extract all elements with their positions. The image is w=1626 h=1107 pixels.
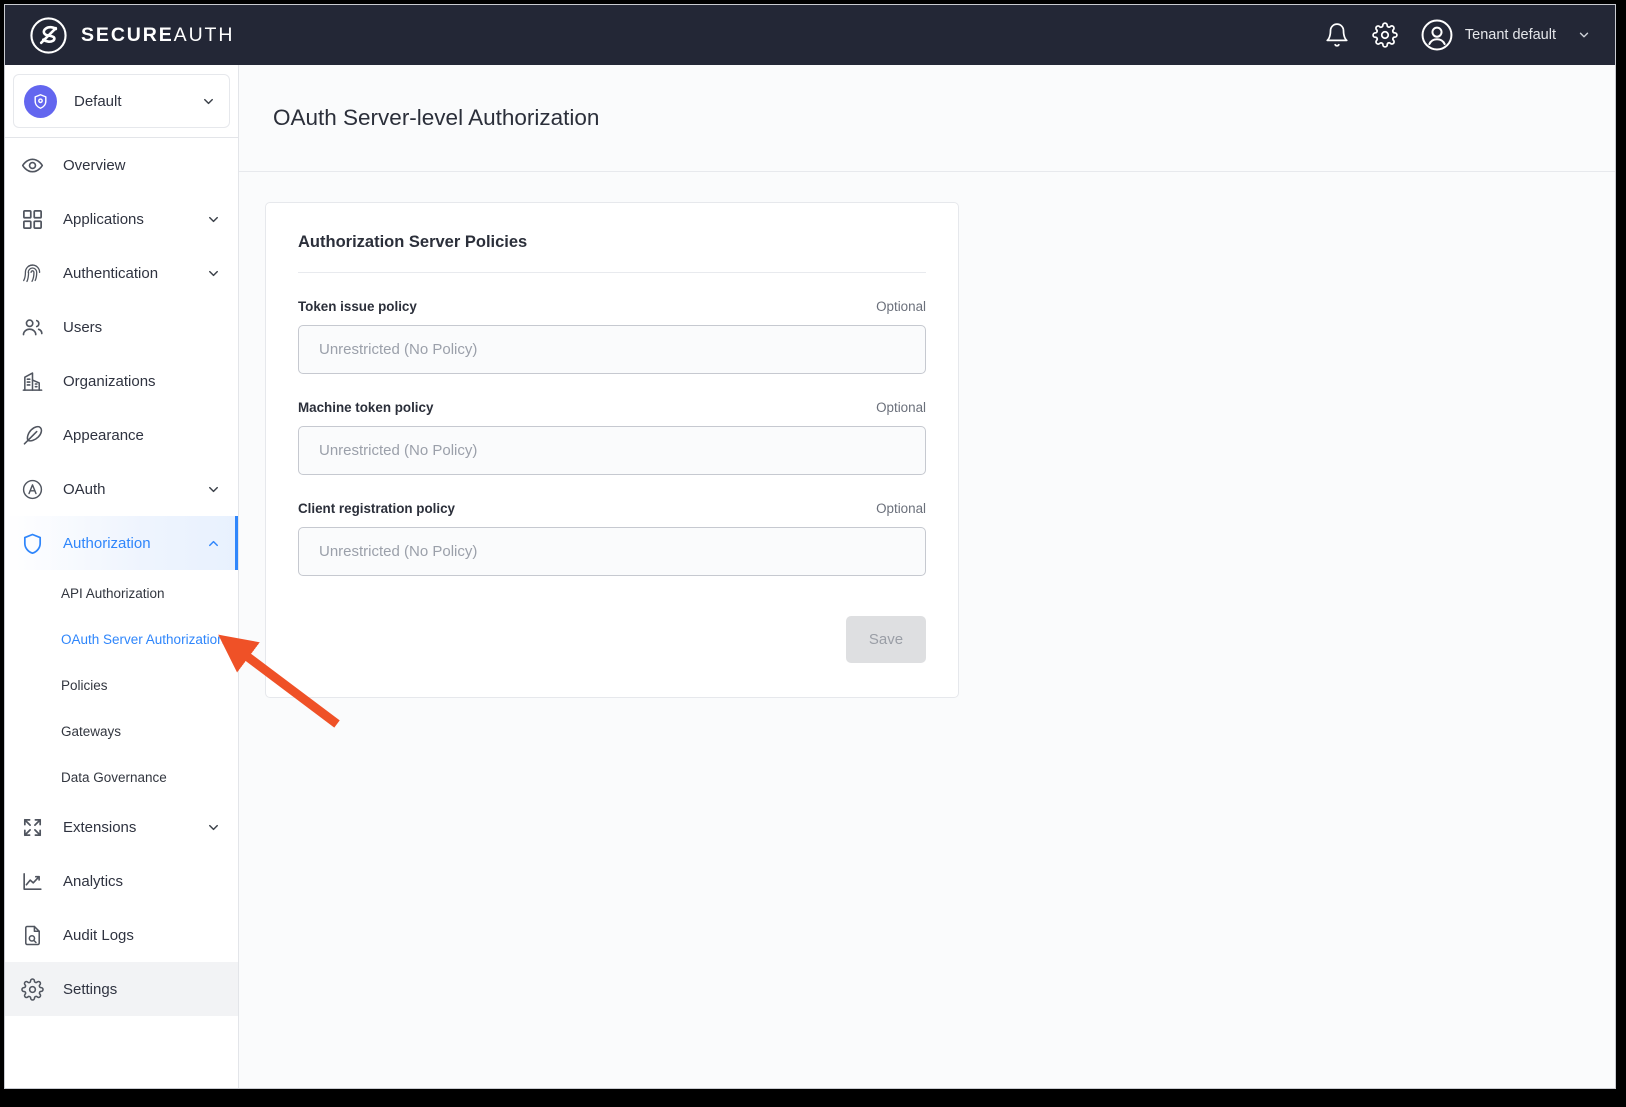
a-circle-icon (21, 478, 44, 501)
document-search-icon (21, 924, 44, 947)
sidebar-item-analytics[interactable]: Analytics (5, 854, 238, 908)
field-optional-badge: Optional (876, 501, 926, 516)
sidebar-item-label: Overview (63, 157, 221, 174)
token-issue-policy-select[interactable]: Unrestricted (No Policy) (298, 325, 926, 374)
sidebar-item-overview[interactable]: Overview (5, 138, 238, 192)
chevron-down-icon[interactable] (206, 266, 221, 281)
sidebar-item-appearance[interactable]: Appearance (5, 408, 238, 462)
field-optional-badge: Optional (876, 299, 926, 314)
field-token-issue-policy: Token issue policy Optional Unrestricted… (298, 299, 926, 374)
brand-logo-group[interactable]: SECUREAUTH (29, 16, 234, 55)
application-window: SECUREAUTH (4, 4, 1616, 1089)
chevron-down-icon[interactable] (206, 212, 221, 227)
sidebar-item-label: Extensions (63, 819, 206, 836)
sidebar-item-organizations[interactable]: Organizations (5, 354, 238, 408)
users-icon (21, 316, 44, 339)
sidebar-item-label: OAuth (63, 481, 206, 498)
select-placeholder: Unrestricted (No Policy) (319, 543, 477, 560)
authorization-server-policies-card: Authorization Server Policies Token issu… (265, 202, 959, 698)
tenant-label: Tenant default (1465, 27, 1556, 43)
gear-icon (21, 978, 44, 1001)
card-actions: Save (298, 616, 926, 663)
sidebar-item-oauth[interactable]: OAuth (5, 462, 238, 516)
expand-arrows-icon (21, 816, 44, 839)
sidebar-item-extensions[interactable]: Extensions (5, 800, 238, 854)
field-header: Token issue policy Optional (298, 299, 926, 314)
top-navigation-bar: SECUREAUTH (5, 5, 1616, 65)
sidebar-subitem-oauth-server-authorization[interactable]: OAuth Server Authorization (5, 616, 238, 662)
sidebar-navigation: Default Overview (5, 65, 239, 1089)
shield-icon (21, 532, 44, 555)
chevron-down-icon[interactable] (206, 482, 221, 497)
chevron-down-icon[interactable] (206, 820, 221, 835)
sidebar-item-label: Audit Logs (63, 927, 221, 944)
sidebar-subitem-policies[interactable]: Policies (5, 662, 238, 708)
sidebar-item-audit-logs[interactable]: Audit Logs (5, 908, 238, 962)
tenant-menu-button[interactable]: Tenant default (1420, 18, 1591, 52)
page-header: OAuth Server-level Authorization (239, 65, 1616, 172)
page-title: OAuth Server-level Authorization (273, 105, 599, 131)
field-label: Client registration policy (298, 501, 455, 516)
sidebar-item-authorization[interactable]: Authorization (5, 516, 238, 570)
field-header: Machine token policy Optional (298, 400, 926, 415)
chevron-up-icon[interactable] (206, 536, 221, 551)
field-machine-token-policy: Machine token policy Optional Unrestrict… (298, 400, 926, 475)
card-divider (298, 272, 926, 273)
sidebar-item-users[interactable]: Users (5, 300, 238, 354)
field-optional-badge: Optional (876, 400, 926, 415)
field-client-registration-policy: Client registration policy Optional Unre… (298, 501, 926, 576)
brand-secure-text: SECURE (81, 24, 174, 46)
sidebar-subitem-gateways[interactable]: Gateways (5, 708, 238, 754)
bell-icon[interactable] (1324, 22, 1350, 48)
chevron-down-icon[interactable] (1577, 28, 1591, 42)
sidebar-item-label: Analytics (63, 873, 221, 890)
grid-squares-icon (21, 208, 44, 231)
field-header: Client registration policy Optional (298, 501, 926, 516)
sidebar-item-label: Authorization (63, 535, 206, 552)
sidebar-item-label: Applications (63, 211, 206, 228)
main-content-area: OAuth Server-level Authorization Authori… (239, 65, 1616, 1089)
select-placeholder: Unrestricted (No Policy) (319, 341, 477, 358)
sidebar-subitem-data-governance[interactable]: Data Governance (5, 754, 238, 800)
sidebar-item-authentication[interactable]: Authentication (5, 246, 238, 300)
brand-auth-text: AUTH (174, 24, 235, 46)
machine-token-policy-select[interactable]: Unrestricted (No Policy) (298, 426, 926, 475)
client-registration-policy-select[interactable]: Unrestricted (No Policy) (298, 527, 926, 576)
save-button[interactable]: Save (846, 616, 926, 663)
field-label: Token issue policy (298, 299, 417, 314)
sidebar-item-label: Users (63, 319, 221, 336)
eye-icon (21, 154, 44, 177)
workspace-name: Default (74, 93, 201, 110)
secureauth-s-circle-logo-icon (29, 16, 68, 55)
topbar-actions: Tenant default (1324, 18, 1591, 52)
sidebar-item-label: Appearance (63, 427, 221, 444)
workspace-selector[interactable]: Default (13, 74, 230, 128)
gear-icon[interactable] (1372, 22, 1398, 48)
sidebar-item-label: Authentication (63, 265, 206, 282)
line-chart-icon (21, 870, 44, 893)
chevron-down-icon[interactable] (201, 94, 216, 109)
field-label: Machine token policy (298, 400, 433, 415)
building-icon (21, 370, 44, 393)
sidebar-item-label: Organizations (63, 373, 221, 390)
sidebar-item-applications[interactable]: Applications (5, 192, 238, 246)
card-title: Authorization Server Policies (298, 233, 926, 252)
select-placeholder: Unrestricted (No Policy) (319, 442, 477, 459)
fingerprint-icon (21, 262, 44, 285)
sidebar-item-settings[interactable]: Settings (5, 962, 238, 1016)
sidebar-item-label: Settings (63, 981, 221, 998)
user-circle-icon (1420, 18, 1454, 52)
feather-pen-icon (21, 424, 44, 447)
sidebar-subitem-api-authorization[interactable]: API Authorization (5, 570, 238, 616)
brand-wordmark: SECUREAUTH (81, 24, 234, 47)
shield-check-icon (24, 85, 57, 118)
